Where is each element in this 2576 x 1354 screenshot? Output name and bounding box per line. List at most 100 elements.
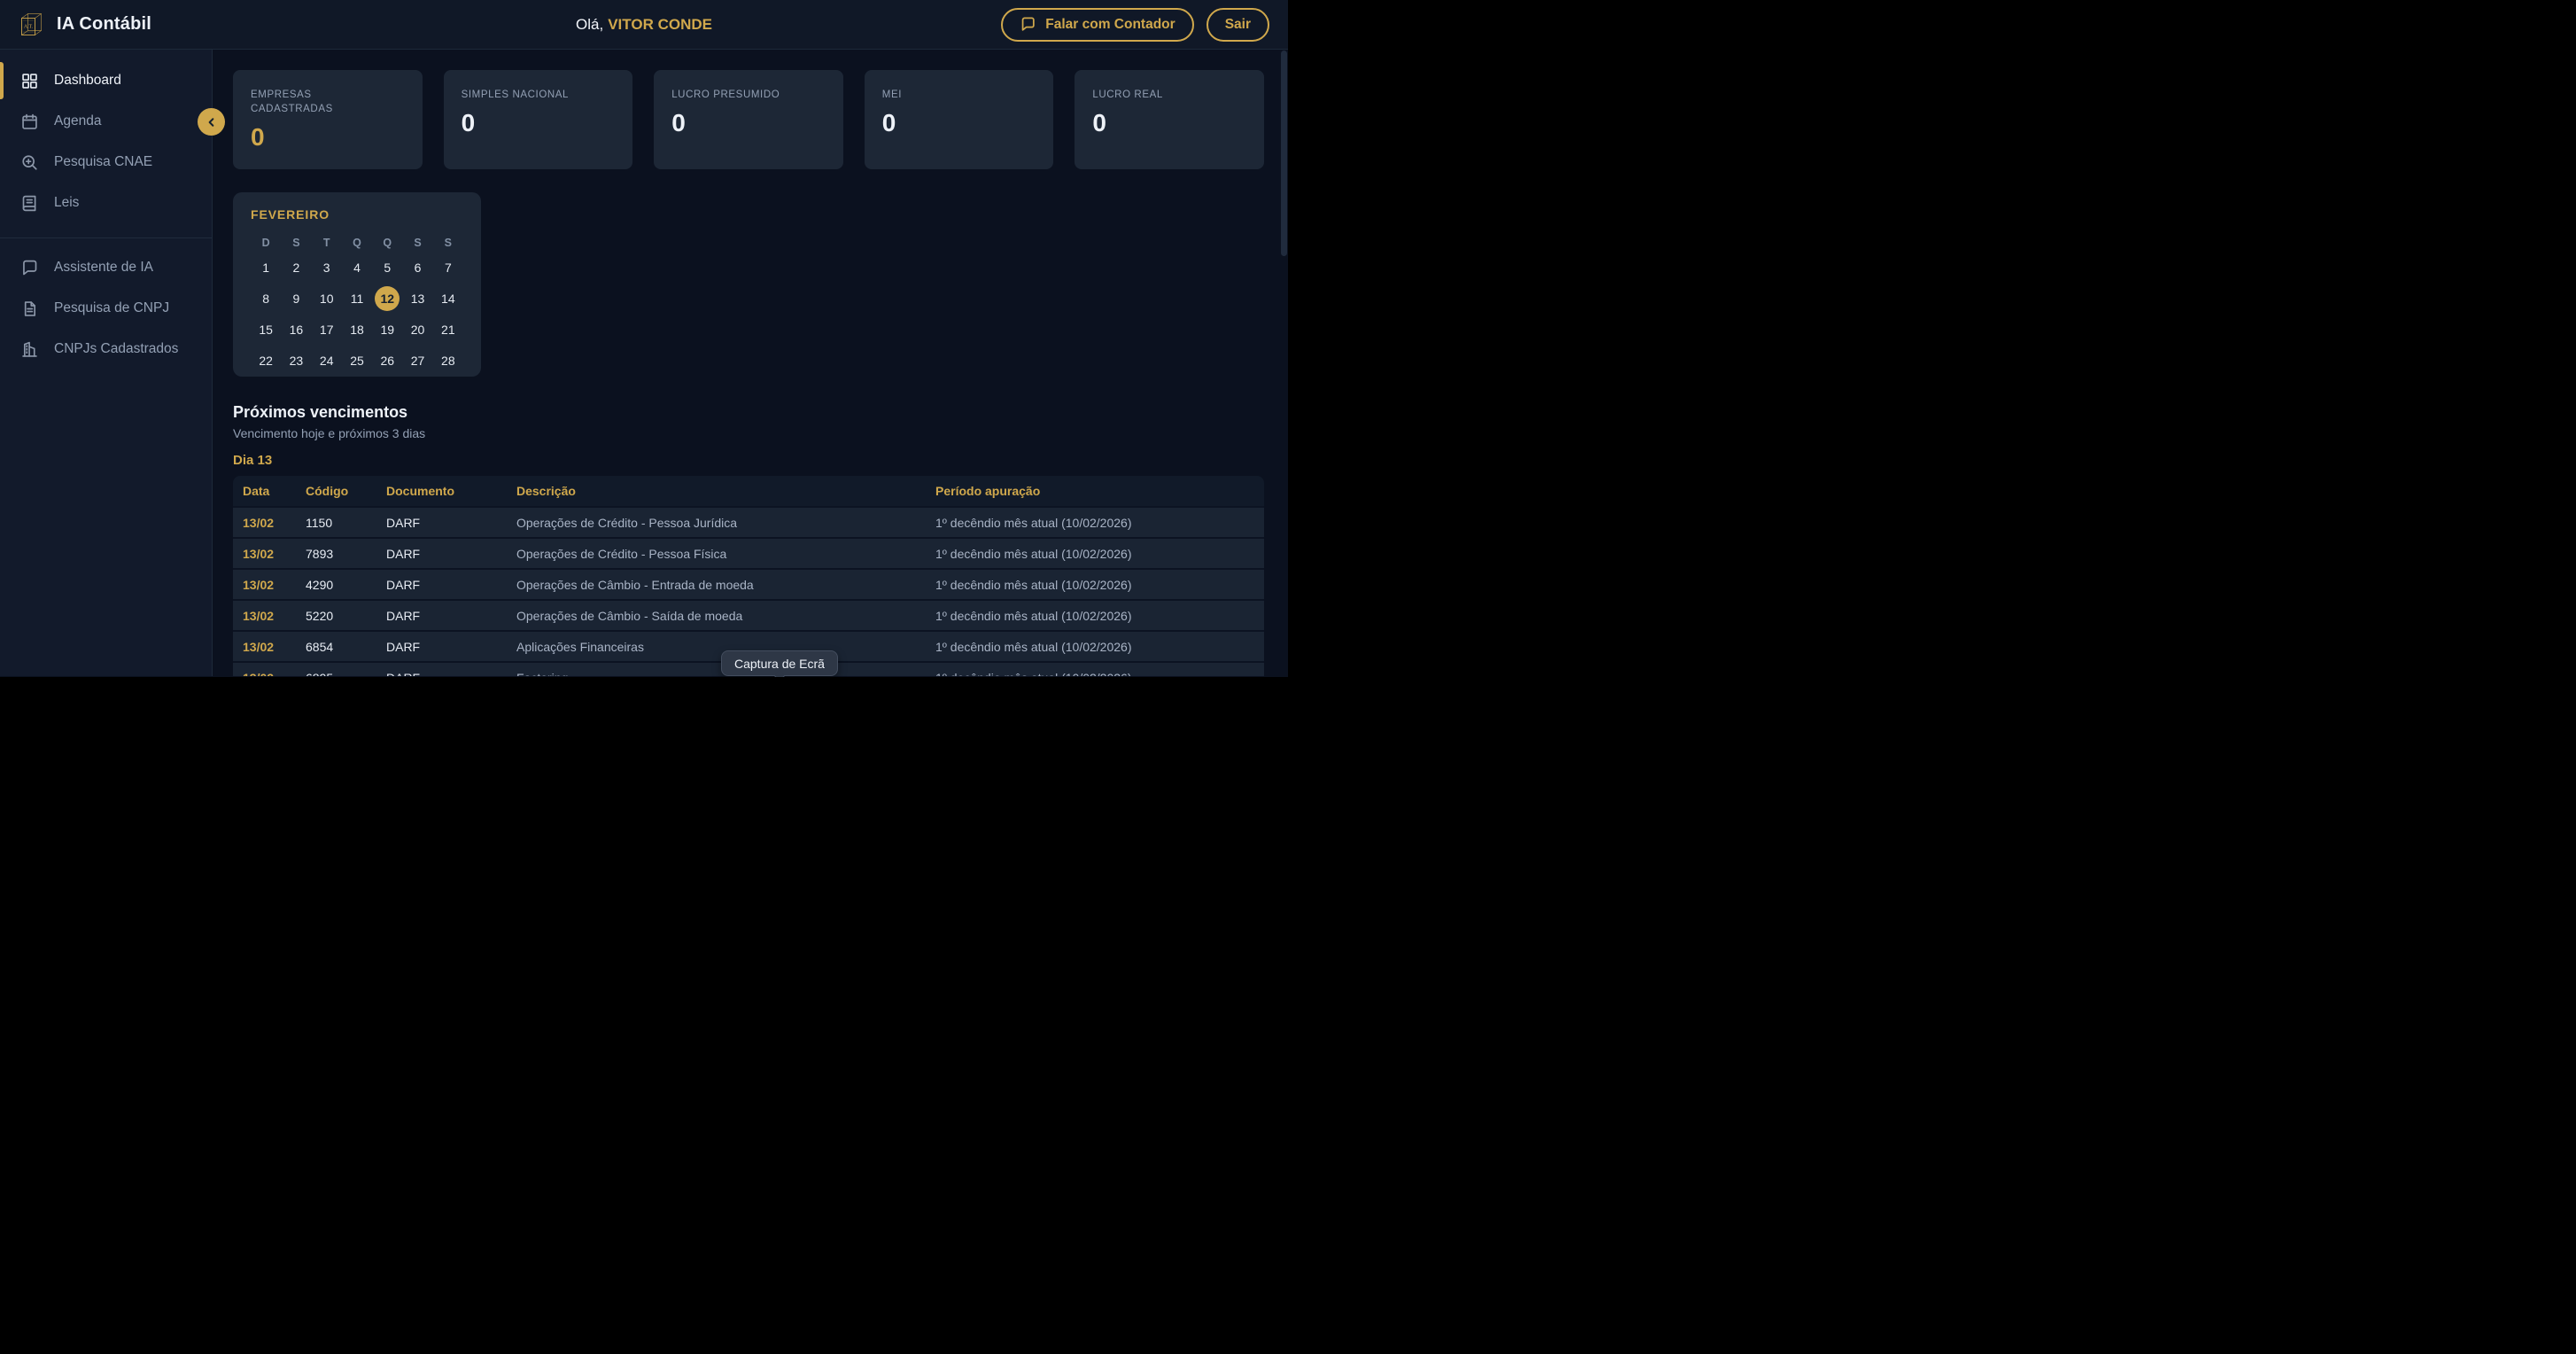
cell-description: Operações de Crédito - Pessoa Jurídica (516, 516, 935, 530)
chat-bubble-icon (1020, 16, 1036, 33)
tooltip-arrow (774, 670, 786, 677)
sidebar-item-label: Agenda (54, 113, 101, 129)
chat-icon (19, 258, 39, 277)
calendar-day-18[interactable]: 18 (345, 317, 369, 342)
cell-date: 13/02 (243, 516, 306, 530)
cell-code: 7893 (306, 547, 386, 561)
calendar-weekday: S (414, 233, 421, 253)
cell-period: 1º decêndio mês atual (10/02/2026) (935, 640, 1264, 654)
cell-description: Operações de Câmbio - Entrada de moeda (516, 578, 935, 592)
calendar-day-22[interactable]: 22 (253, 348, 278, 373)
svg-text:A.T.: A.T. (24, 24, 34, 29)
cell-document: DARF (386, 578, 516, 592)
stat-label: EMPRESAS CADASTRADAS (251, 88, 368, 116)
sidebar-collapse-button[interactable] (198, 108, 225, 136)
user-name: VITOR CONDE (608, 16, 712, 33)
calendar-day-15[interactable]: 15 (253, 317, 278, 342)
calendar-day-25[interactable]: 25 (345, 348, 369, 373)
cell-period: 1º decêndio mês atual (10/02/2026) (935, 609, 1264, 623)
calendar-month-label: FEVEREIRO (251, 207, 463, 222)
cell-document: DARF (386, 671, 516, 677)
stat-value: 0 (882, 109, 1036, 137)
calendar-day-23[interactable]: 23 (283, 348, 308, 373)
calendar-day-26[interactable]: 26 (375, 348, 400, 373)
cell-date: 13/02 (243, 609, 306, 623)
calendar-day-14[interactable]: 14 (436, 286, 461, 311)
deadlines-day-label: Dia 13 (233, 453, 1264, 468)
calendar-day-19[interactable]: 19 (375, 317, 400, 342)
cell-code: 4290 (306, 578, 386, 592)
calendar-day-28[interactable]: 28 (436, 348, 461, 373)
calendar-day-20[interactable]: 20 (406, 317, 431, 342)
stat-card-simples-nacional: SIMPLES NACIONAL 0 (444, 70, 633, 169)
calendar-day-2[interactable]: 2 (283, 255, 308, 280)
sidebar-item-label: CNPJs Cadastrados (54, 341, 178, 357)
sidebar-divider (0, 237, 212, 238)
table-header-row: DataCódigoDocumentoDescriçãoPeríodo apur… (233, 476, 1264, 506)
cell-document: DARF (386, 640, 516, 654)
cell-code: 5220 (306, 609, 386, 623)
sidebar-item-assistente-de-ia[interactable]: Assistente de IA (0, 251, 212, 284)
header: A.T. IA Contábil Olá,VITOR CONDE Falar c… (0, 0, 1288, 50)
scrollbar-thumb[interactable] (1281, 51, 1287, 256)
stat-value: 0 (251, 123, 405, 152)
sidebar-item-leis[interactable]: Leis (0, 186, 212, 220)
calendar-weekday: D (262, 233, 270, 253)
cell-period: 1º decêndio mês atual (10/02/2026) (935, 671, 1264, 677)
stats-row: EMPRESAS CADASTRADAS 0 SIMPLES NACIONAL … (233, 70, 1264, 169)
calendar-day-1[interactable]: 1 (253, 255, 278, 280)
cell-date: 13/02 (243, 578, 306, 592)
table-column-header: Documento (386, 484, 516, 498)
calendar-day-24[interactable]: 24 (314, 348, 339, 373)
calendar-day-16[interactable]: 16 (283, 317, 308, 342)
stat-card-lucro-presumido: LUCRO PRESUMIDO 0 (654, 70, 843, 169)
calendar-day-8[interactable]: 8 (253, 286, 278, 311)
calendar-day-12[interactable]: 12 (375, 286, 400, 311)
app-root: A.T. IA Contábil Olá,VITOR CONDE Falar c… (0, 0, 1288, 677)
cube-logo-icon: A.T. (19, 12, 44, 38)
page-scrollbar[interactable] (1281, 51, 1287, 676)
stat-label: MEI (882, 88, 999, 102)
cell-code: 6854 (306, 640, 386, 654)
stat-label: SIMPLES NACIONAL (462, 88, 578, 102)
stat-label: LUCRO PRESUMIDO (671, 88, 788, 102)
calendar-widget: FEVEREIRO DSTQQSS 1234567891011121314151… (233, 192, 481, 377)
calendar-day-10[interactable]: 10 (314, 286, 339, 311)
sidebar-item-pesquisa-cnae[interactable]: Pesquisa CNAE (0, 145, 212, 179)
table-column-header: Período apuração (935, 484, 1264, 498)
calendar-day-6[interactable]: 6 (406, 255, 431, 280)
sidebar-item-cnpjs-cadastrados[interactable]: CNPJs Cadastrados (0, 332, 212, 366)
calendar-day-grid: 1234567891011121314151617181920212223242… (251, 255, 463, 373)
calendar-day-17[interactable]: 17 (314, 317, 339, 342)
cell-document: DARF (386, 609, 516, 623)
sidebar-item-pesquisa-de-cnpj[interactable]: Pesquisa de CNPJ (0, 292, 212, 325)
deadlines-title: Próximos vencimentos (233, 403, 1264, 422)
calendar-day-11[interactable]: 11 (345, 286, 369, 311)
calendar-weekday-row: DSTQQSS (251, 233, 463, 253)
sidebar-item-agenda[interactable]: Agenda (0, 105, 212, 138)
table-column-header: Descrição (516, 484, 935, 498)
shell: Dashboard Agenda Pesquisa CNAE Leis Assi… (0, 50, 1288, 676)
calendar-day-27[interactable]: 27 (406, 348, 431, 373)
screenshot-tooltip: Captura de Ecrã (721, 650, 838, 676)
calendar-day-21[interactable]: 21 (436, 317, 461, 342)
stat-value: 0 (1092, 109, 1246, 137)
cell-date: 13/02 (243, 640, 306, 654)
book-icon (19, 193, 39, 213)
contact-button-label: Falar com Contador (1045, 17, 1175, 33)
sidebar: Dashboard Agenda Pesquisa CNAE Leis Assi… (0, 50, 213, 676)
calendar-day-13[interactable]: 13 (406, 286, 431, 311)
logout-button[interactable]: Sair (1207, 8, 1269, 42)
calendar-day-4[interactable]: 4 (345, 255, 369, 280)
calendar-day-5[interactable]: 5 (375, 255, 400, 280)
contact-accountant-button[interactable]: Falar com Contador (1001, 8, 1193, 42)
header-actions: Falar com Contador Sair (1001, 8, 1269, 42)
sidebar-item-dashboard[interactable]: Dashboard (0, 64, 212, 97)
calendar-day-9[interactable]: 9 (283, 286, 308, 311)
cell-period: 1º decêndio mês atual (10/02/2026) (935, 516, 1264, 530)
sidebar-item-label: Assistente de IA (54, 260, 153, 276)
calendar-day-7[interactable]: 7 (436, 255, 461, 280)
calendar-day-3[interactable]: 3 (314, 255, 339, 280)
cell-code: 1150 (306, 516, 386, 530)
cell-description: Operações de Câmbio - Saída de moeda (516, 609, 935, 623)
